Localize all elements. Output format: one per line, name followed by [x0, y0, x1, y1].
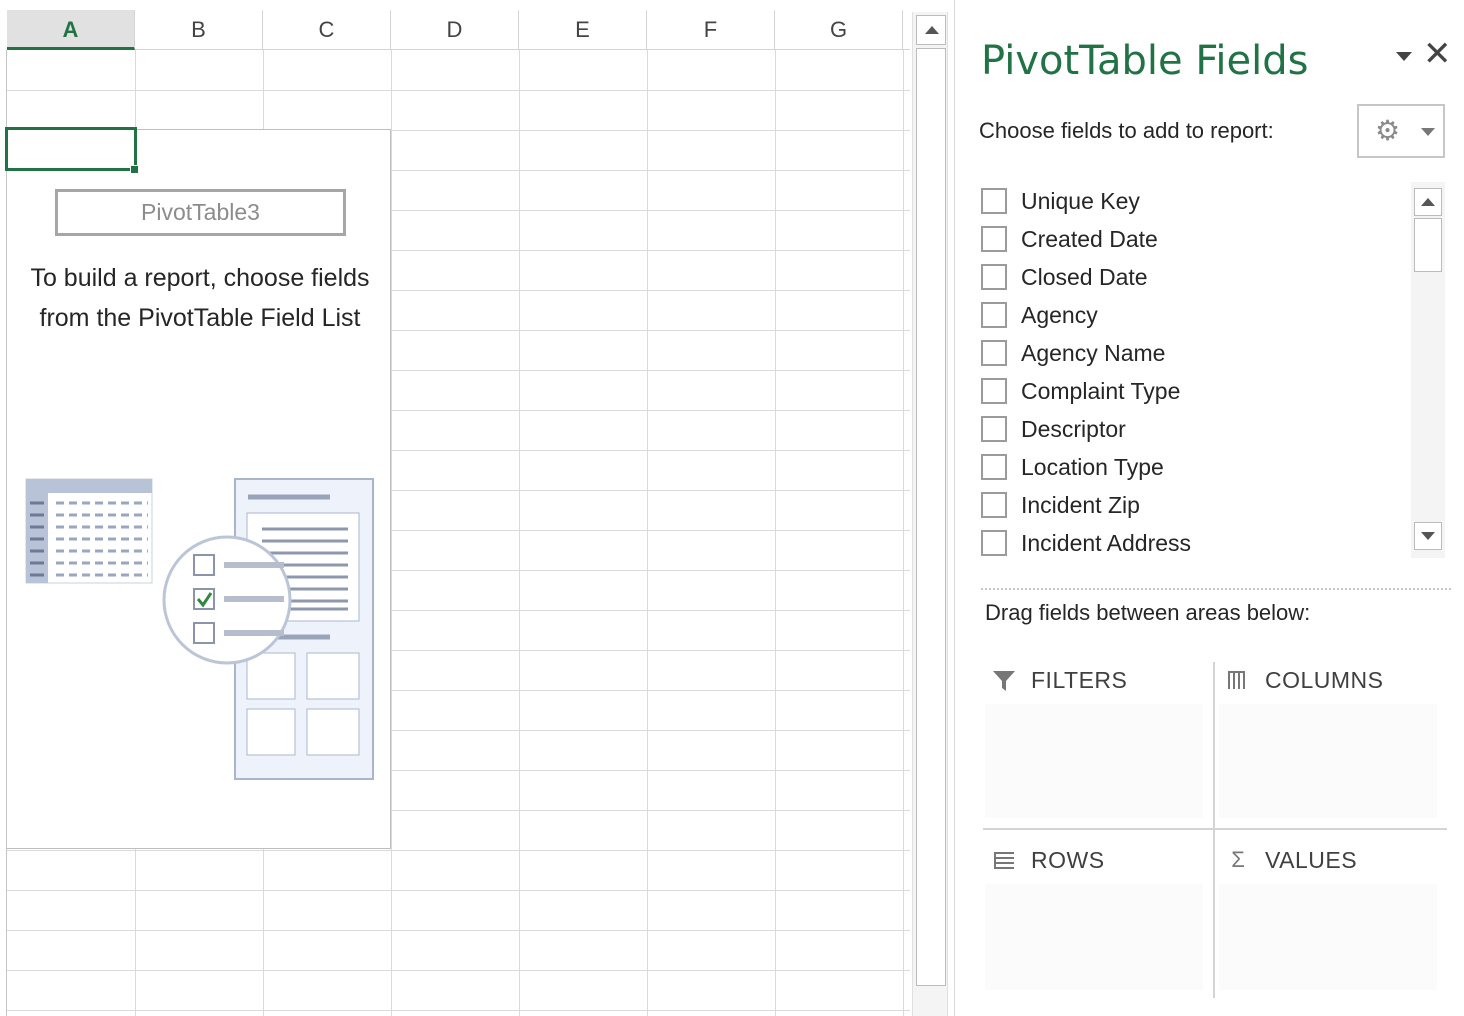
field-checkbox[interactable]	[981, 226, 1007, 252]
columns-drop-zone[interactable]	[1219, 704, 1437, 818]
columns-area-label: COLUMNS	[1265, 666, 1384, 693]
field-item-closed-date[interactable]: Closed Date	[979, 258, 1409, 296]
field-checkbox[interactable]	[981, 454, 1007, 480]
column-gridline	[391, 50, 392, 1016]
columns-area-header: COLUMNS	[1225, 660, 1384, 700]
pivot-illustration-icon	[25, 478, 374, 780]
scroll-thumb[interactable]	[1414, 218, 1442, 272]
pane-title: PivotTable Fields	[981, 38, 1309, 84]
choose-fields-label: Choose fields to add to report:	[979, 118, 1274, 143]
field-label: Agency Name	[1021, 339, 1166, 366]
areas-vertical-divider	[1213, 662, 1215, 998]
rows-area-header: ROWS	[991, 840, 1105, 880]
column-gridline	[775, 50, 776, 1016]
column-header-g[interactable]: G	[775, 10, 903, 49]
column-header-row: A B C D E F G	[7, 10, 910, 50]
column-gridline	[903, 50, 904, 1016]
column-header-d[interactable]: D	[391, 10, 519, 49]
filters-area[interactable]: FILTERS	[983, 660, 1213, 828]
scroll-up-arrow-icon[interactable]	[1414, 188, 1442, 216]
rows-icon	[994, 852, 1014, 869]
scroll-thumb[interactable]	[916, 48, 946, 986]
field-list: Unique Key Created Date Closed Date Agen…	[979, 182, 1445, 558]
column-header-a[interactable]: A	[7, 10, 135, 50]
sheet-vertical-scrollbar[interactable]	[912, 12, 948, 1016]
filters-area-header: FILTERS	[991, 660, 1127, 700]
field-item-incident-address[interactable]: Incident Address	[979, 524, 1409, 558]
field-checkbox[interactable]	[981, 378, 1007, 404]
spreadsheet-grid[interactable]: A B C D E F G PivotTable3 To build a rep…	[0, 0, 910, 1016]
values-area-label: VALUES	[1265, 846, 1358, 873]
field-item-created-date[interactable]: Created Date	[979, 220, 1409, 258]
columns-area[interactable]: COLUMNS	[1217, 660, 1447, 828]
field-item-incident-zip[interactable]: Incident Zip	[979, 486, 1409, 524]
drag-fields-label: Drag fields between areas below:	[985, 600, 1311, 625]
field-label: Closed Date	[1021, 263, 1148, 290]
field-list-tools-button[interactable]: ⚙	[1357, 104, 1445, 158]
field-list-scrollbar[interactable]	[1411, 182, 1445, 558]
column-header-c[interactable]: C	[263, 10, 391, 49]
field-checkbox[interactable]	[981, 530, 1007, 556]
field-checkbox[interactable]	[981, 264, 1007, 290]
values-drop-zone[interactable]	[1219, 884, 1437, 990]
filters-area-label: FILTERS	[1031, 666, 1128, 693]
pane-options-chevron-down-icon[interactable]	[1393, 48, 1415, 66]
column-gridline	[519, 50, 520, 1016]
field-checkbox[interactable]	[981, 492, 1007, 518]
field-label: Incident Zip	[1021, 491, 1140, 518]
field-item-location-type[interactable]: Location Type	[979, 448, 1409, 486]
field-item-unique-key[interactable]: Unique Key	[979, 182, 1409, 220]
column-header-e[interactable]: E	[519, 10, 647, 49]
field-checkbox[interactable]	[981, 416, 1007, 442]
gear-icon: ⚙	[1375, 115, 1401, 146]
chevron-down-icon	[1421, 128, 1435, 136]
field-checkbox[interactable]	[981, 340, 1007, 366]
section-divider	[981, 588, 1451, 590]
field-item-agency[interactable]: Agency	[979, 296, 1409, 334]
pivot-table-name: PivotTable3	[55, 189, 346, 236]
pivot-instruction-text: To build a report, choose fields from th…	[30, 264, 370, 332]
areas-horizontal-divider	[983, 828, 1447, 830]
pivottable-fields-pane: PivotTable Fields ✕ Choose fields to add…	[954, 0, 1464, 1016]
filter-icon	[993, 671, 1015, 691]
rows-area-label: ROWS	[1031, 846, 1105, 873]
field-label: Complaint Type	[1021, 377, 1181, 404]
field-label: Location Type	[1021, 453, 1164, 480]
column-header-f[interactable]: F	[647, 10, 775, 49]
scroll-down-arrow-icon[interactable]	[1414, 522, 1442, 550]
field-item-complaint-type[interactable]: Complaint Type	[979, 372, 1409, 410]
selected-cell-a3[interactable]	[5, 127, 137, 171]
row-header-edge	[0, 50, 7, 1016]
rows-drop-zone[interactable]	[985, 884, 1203, 990]
columns-icon	[1228, 671, 1245, 689]
fill-handle[interactable]	[130, 165, 139, 174]
field-item-descriptor[interactable]: Descriptor	[979, 410, 1409, 448]
rows-area[interactable]: ROWS	[983, 840, 1213, 1000]
field-item-agency-name[interactable]: Agency Name	[979, 334, 1409, 372]
values-area-header: Σ VALUES	[1225, 840, 1357, 880]
close-icon[interactable]: ✕	[1423, 37, 1452, 71]
values-area[interactable]: Σ VALUES	[1217, 840, 1447, 1000]
sigma-icon: Σ	[1231, 847, 1245, 872]
field-label: Agency	[1021, 301, 1098, 328]
column-gridline	[647, 50, 648, 1016]
field-label: Unique Key	[1021, 187, 1140, 214]
field-label: Descriptor	[1021, 415, 1126, 442]
column-header-b[interactable]: B	[135, 10, 263, 49]
field-label: Incident Address	[1021, 529, 1192, 556]
field-checkbox[interactable]	[981, 188, 1007, 214]
field-checkbox[interactable]	[981, 302, 1007, 328]
scroll-up-arrow-icon[interactable]	[916, 15, 946, 45]
field-label: Created Date	[1021, 225, 1158, 252]
filters-drop-zone[interactable]	[985, 704, 1203, 818]
